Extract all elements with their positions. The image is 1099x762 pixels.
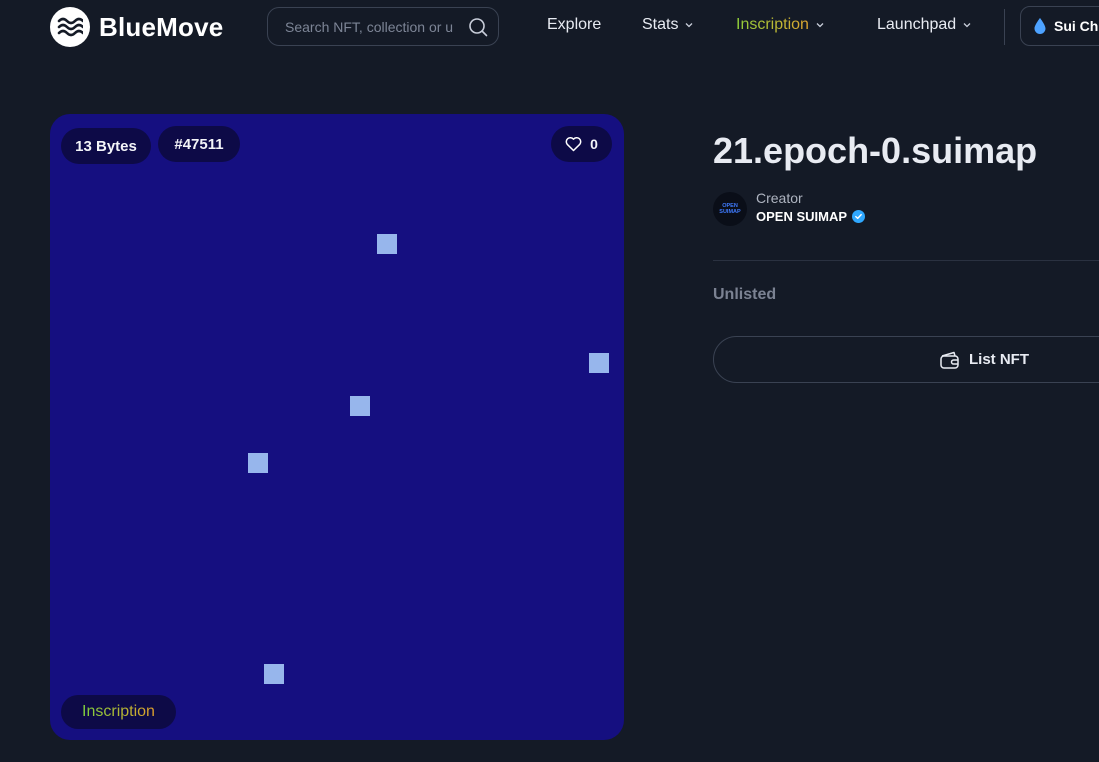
list-nft-button[interactable]: List NFT [713,336,1099,383]
nav-launchpad-label: Launchpad [877,16,957,33]
nft-image-card[interactable]: 13 Bytes #47511 0 Inscription [50,114,624,740]
creator-link[interactable]: OPEN SUIMAP [756,209,866,224]
type-badge: Inscription [61,695,176,729]
like-count: 0 [590,136,598,152]
chain-selector-button[interactable]: Sui Ch [1020,6,1099,46]
pixel-block [264,664,284,684]
brand-name: BlueMove [99,11,224,42]
sui-drop-icon [1034,18,1046,34]
creator-avatar-text-2: SUIMAP [719,209,741,215]
nav-inscription[interactable]: Inscription [736,16,825,34]
heart-icon [565,136,582,152]
nav-stats[interactable]: Stats [642,16,694,34]
pixel-block [248,453,268,473]
chevron-down-icon [963,23,971,28]
creator-name: OPEN SUIMAP [756,209,848,224]
creator-label: Creator [756,190,803,206]
list-nft-label: List NFT [969,351,1029,368]
listing-status: Unlisted [713,286,777,303]
search-bar [267,7,499,46]
section-divider [713,260,1099,261]
creator-avatar[interactable]: OPEN SUIMAP [713,192,747,226]
brand-logo[interactable]: BlueMove [50,7,223,47]
nft-title: 21.epoch-0.suimap [713,130,1038,171]
nav-launchpad[interactable]: Launchpad [877,16,972,34]
size-badge: 13 Bytes [61,128,151,164]
verified-check-icon [852,210,866,223]
search-icon[interactable] [467,16,489,38]
nft-id-label: #47511 [174,135,224,153]
top-navigation: BlueMove Explore Stats Inscription Launc… [0,0,1099,56]
nft-id-badge: #47511 [158,126,240,162]
nav-inscription-label: Inscription [736,16,809,33]
chevron-down-icon [816,23,824,28]
nav-stats-label: Stats [642,16,679,33]
chain-label: Sui Ch [1054,18,1099,34]
pixel-block [589,353,609,373]
like-button[interactable]: 0 [551,126,612,162]
pixel-block [350,396,370,416]
wallet-icon [940,351,959,369]
nav-explore[interactable]: Explore [547,16,601,34]
type-badge-label: Inscription [82,703,155,720]
size-badge-label: 13 Bytes [75,137,137,155]
nav-divider [1004,9,1005,45]
nav-explore-label: Explore [547,16,602,33]
search-input[interactable] [283,17,463,36]
pixel-block [377,234,397,254]
chevron-down-icon [686,23,693,28]
bluemove-logo-icon [50,7,90,47]
